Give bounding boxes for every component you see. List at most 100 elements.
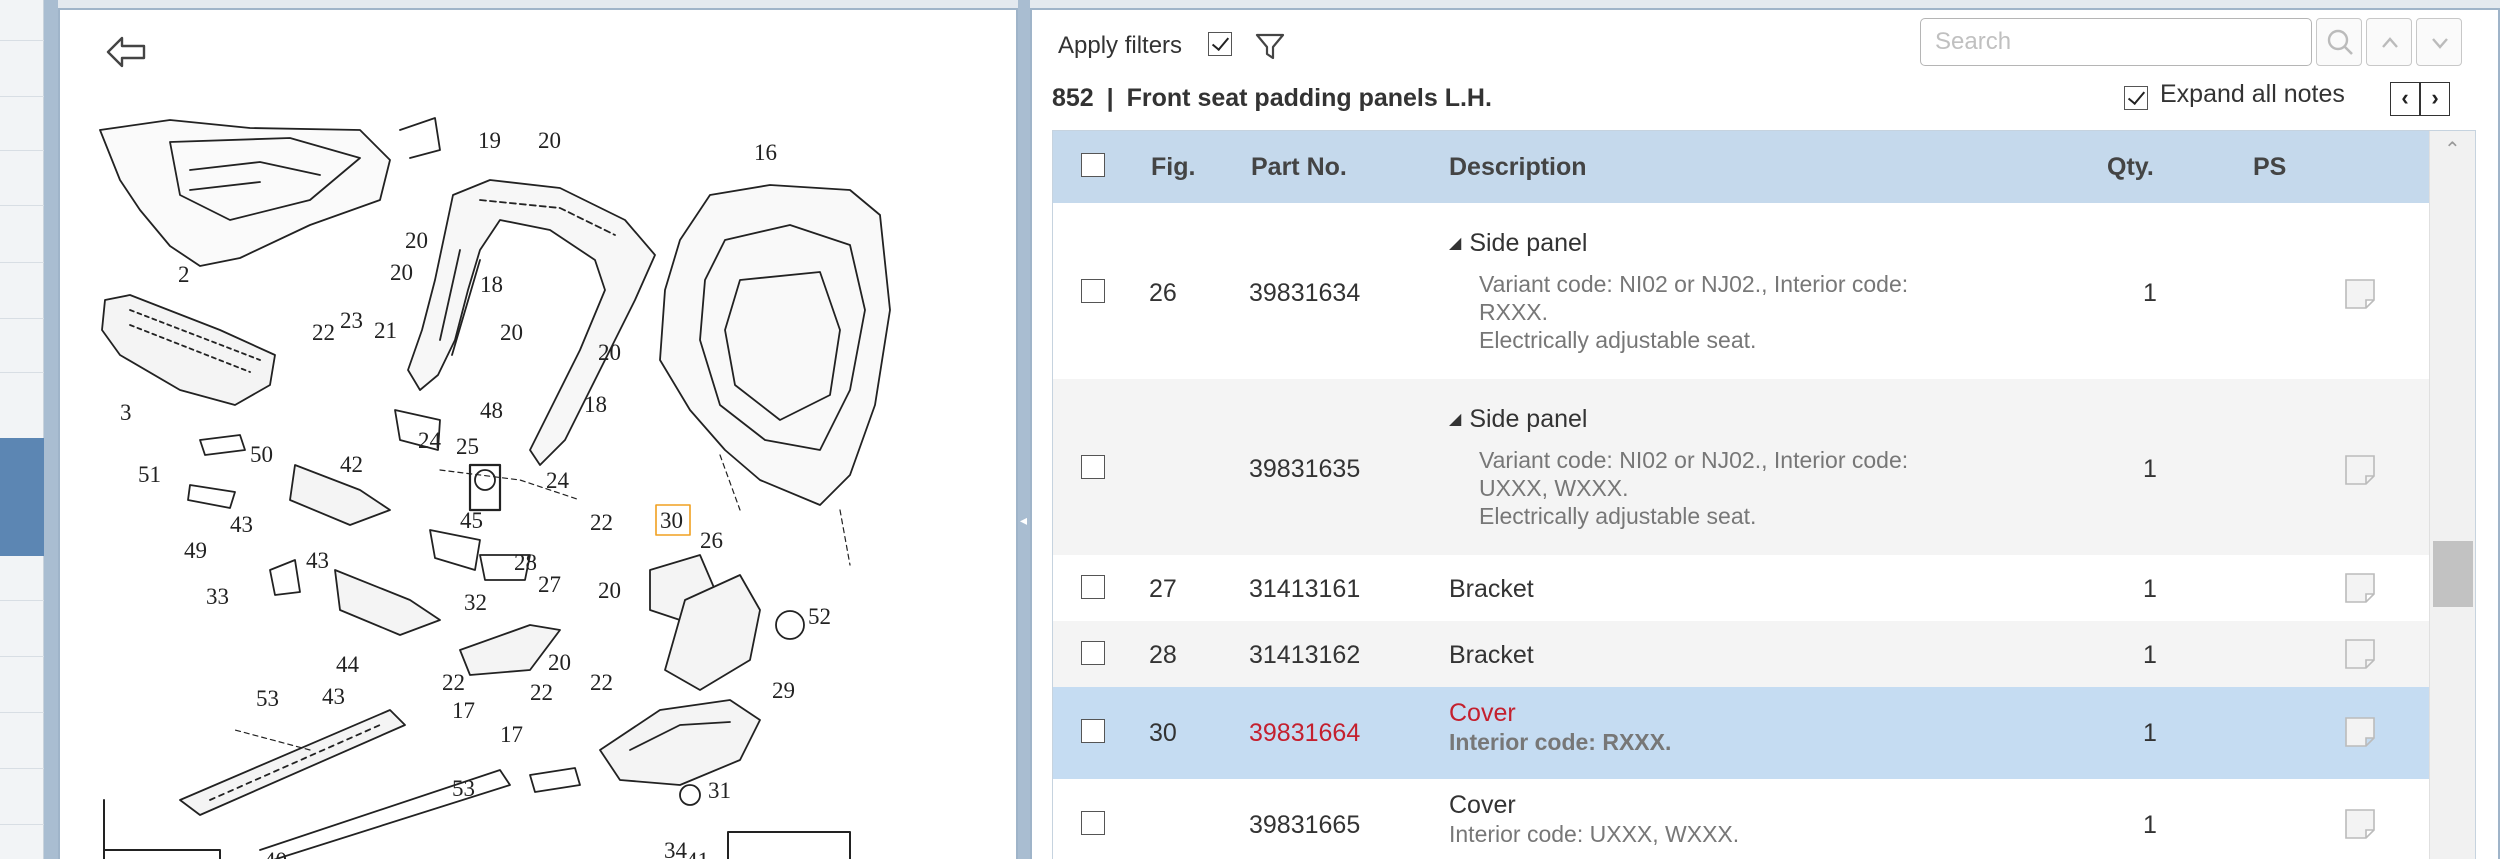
column-header-description[interactable]: Description xyxy=(1449,153,1587,182)
callout[interactable]: 42 xyxy=(340,452,363,477)
callout[interactable]: 20 xyxy=(405,228,428,253)
callout[interactable]: 32 xyxy=(464,590,487,615)
column-header-ps[interactable]: PS xyxy=(2253,153,2286,182)
callout[interactable]: 3 xyxy=(120,400,132,425)
part-no-cell[interactable]: 39831665 xyxy=(1249,811,1360,840)
callout[interactable]: 20 xyxy=(538,128,561,153)
callout[interactable]: 18 xyxy=(584,392,607,417)
callout[interactable]: 45 xyxy=(460,508,483,533)
callout[interactable]: 41 xyxy=(686,848,709,859)
row-checkbox[interactable] xyxy=(1081,455,1105,479)
note-icon[interactable] xyxy=(2343,807,2377,841)
description-title[interactable]: ◢ Side panel xyxy=(1449,405,2049,434)
row-checkbox[interactable] xyxy=(1081,719,1105,743)
callout[interactable]: 23 xyxy=(340,308,363,333)
callout[interactable]: 48 xyxy=(480,398,503,423)
callout[interactable]: 25 xyxy=(456,434,479,459)
search-input[interactable] xyxy=(1920,18,2312,66)
callout[interactable]: 34 xyxy=(664,838,688,859)
part-no-cell[interactable]: 31413161 xyxy=(1249,575,1360,604)
callout[interactable]: 20 xyxy=(548,650,571,675)
table-row[interactable]: 27 31413161 Bracket 1 xyxy=(1053,555,2429,621)
part-no-cell[interactable]: 39831634 xyxy=(1249,279,1360,308)
table-row[interactable]: 26 39831634 ◢ Side panel Variant code: NI… xyxy=(1053,203,2429,379)
panel-splitter[interactable]: ◂ xyxy=(1018,0,1030,859)
callout[interactable]: 27 xyxy=(538,572,561,597)
callout[interactable]: 22 xyxy=(590,670,613,695)
table-row-selected[interactable]: 30 39831664 Cover Interior code: RXXX. 1 xyxy=(1053,687,2429,779)
table-row[interactable]: 39831665 Cover Interior code: UXXX, WXXX… xyxy=(1053,779,2429,859)
expand-all-notes-checkbox[interactable] xyxy=(2124,86,2148,110)
apply-filters-checkbox[interactable] xyxy=(1208,32,1232,56)
callout[interactable]: 50 xyxy=(250,442,273,467)
callout[interactable]: 31 xyxy=(708,778,731,803)
search-button[interactable] xyxy=(2316,18,2362,66)
column-header-qty[interactable]: Qty. xyxy=(2107,153,2154,182)
callout[interactable]: 21 xyxy=(374,318,397,343)
note-icon[interactable] xyxy=(2343,277,2377,311)
select-all-checkbox[interactable] xyxy=(1081,153,1105,177)
callout[interactable]: 24 xyxy=(546,468,570,493)
strip-divider xyxy=(0,262,44,263)
callout[interactable]: 29 xyxy=(772,678,795,703)
callout[interactable]: 20 xyxy=(598,340,621,365)
callout[interactable]: 20 xyxy=(500,320,523,345)
part-no-cell[interactable]: 39831635 xyxy=(1249,455,1360,484)
callout[interactable]: 20 xyxy=(390,260,413,285)
description-title[interactable]: ◢ Side panel xyxy=(1449,229,2049,258)
callout[interactable]: 28 xyxy=(514,550,537,575)
callout[interactable]: 49 xyxy=(184,538,207,563)
callout[interactable]: 33 xyxy=(206,584,229,609)
table-row[interactable]: 28 31413162 Bracket 1 xyxy=(1053,621,2429,687)
callout[interactable]: 22 xyxy=(590,510,613,535)
callout[interactable]: 16 xyxy=(754,140,777,165)
row-checkbox[interactable] xyxy=(1081,279,1105,303)
note-icon[interactable] xyxy=(2343,637,2377,671)
scroll-up-icon[interactable]: ⌃ xyxy=(2444,137,2461,162)
callout[interactable]: 26 xyxy=(700,528,723,553)
scrollbar-thumb[interactable] xyxy=(2433,541,2473,607)
callout[interactable]: 40 xyxy=(264,848,287,859)
table-scrollbar[interactable]: ⌃ xyxy=(2429,131,2475,859)
callout[interactable]: 24 xyxy=(418,428,442,453)
callout[interactable]: 18 xyxy=(480,272,503,297)
note-icon[interactable] xyxy=(2343,571,2377,605)
callout[interactable]: 22 xyxy=(312,320,335,345)
callout[interactable]: 44 xyxy=(336,652,360,677)
filter-funnel-icon[interactable] xyxy=(1254,30,1286,62)
callout[interactable]: 53 xyxy=(256,686,279,711)
callout[interactable]: 53 xyxy=(452,776,475,801)
callout[interactable]: 20 xyxy=(598,578,621,603)
callout[interactable]: 22 xyxy=(442,670,465,695)
callout[interactable]: 17 xyxy=(500,722,523,747)
column-header-part-no[interactable]: Part No. xyxy=(1251,153,1347,182)
column-header-fig[interactable]: Fig. xyxy=(1151,153,1195,182)
description-title[interactable]: Bracket xyxy=(1449,641,1534,670)
callout[interactable]: 22 xyxy=(530,680,553,705)
previous-section-button[interactable]: ‹ xyxy=(2390,82,2420,116)
callout[interactable]: 52 xyxy=(808,604,831,629)
callout[interactable]: 43 xyxy=(230,512,253,537)
note-icon[interactable] xyxy=(2343,453,2377,487)
callout[interactable]: 51 xyxy=(138,462,161,487)
description-title[interactable]: Bracket xyxy=(1449,575,1534,604)
variant-note: Electrically adjustable seat. xyxy=(1479,503,1757,529)
table-row[interactable]: 39831635 ◢ Side panel Variant code: NI02 … xyxy=(1053,379,2429,555)
next-section-button[interactable]: › xyxy=(2420,82,2450,116)
callout[interactable]: 19 xyxy=(478,128,501,153)
callout[interactable]: 43 xyxy=(306,548,329,573)
description-title[interactable]: Cover xyxy=(1449,791,2049,820)
search-previous-button[interactable] xyxy=(2366,18,2412,66)
callout[interactable]: 2 xyxy=(178,262,190,287)
part-no-cell[interactable]: 39831664 xyxy=(1249,719,1360,748)
search-next-button[interactable] xyxy=(2416,18,2462,66)
description-title[interactable]: Cover xyxy=(1449,699,2049,728)
row-checkbox[interactable] xyxy=(1081,641,1105,665)
row-checkbox[interactable] xyxy=(1081,811,1105,835)
callout[interactable]: 17 xyxy=(452,698,475,723)
note-icon[interactable] xyxy=(2343,715,2377,749)
callout-highlighted[interactable]: 30 xyxy=(660,508,683,533)
part-no-cell[interactable]: 31413162 xyxy=(1249,641,1360,670)
row-checkbox[interactable] xyxy=(1081,575,1105,599)
callout[interactable]: 43 xyxy=(322,684,345,709)
